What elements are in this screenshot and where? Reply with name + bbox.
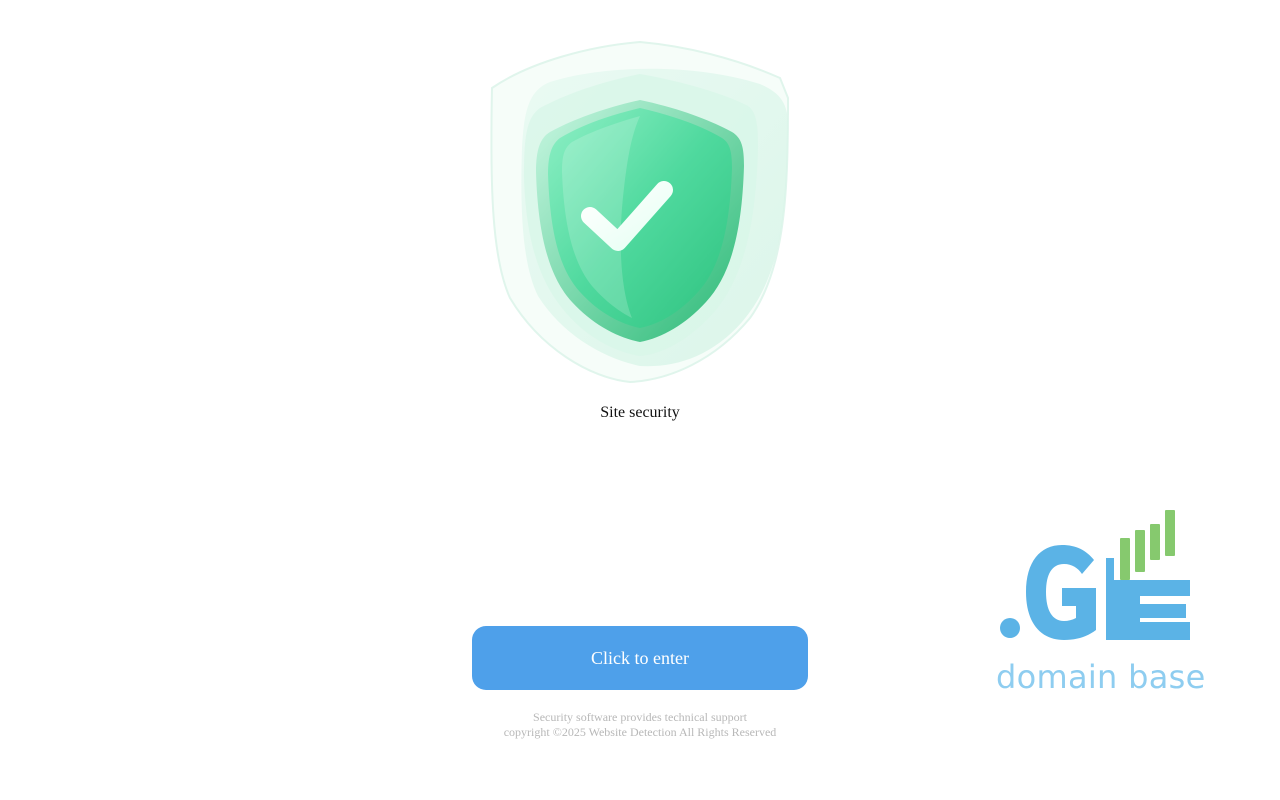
footer-copyright-text: copyright ©2025 Website Detection All Ri… [503,725,777,739]
shield-check-icon [480,38,800,386]
footer: Security software provides technical sup… [0,710,1280,740]
page-title: Site security [600,404,680,421]
enter-button[interactable]: Click to enter [472,626,808,690]
footer-support-text: Security software provides technical sup… [533,710,747,724]
brand-logo-mark [1000,510,1190,640]
page: Site security Click to enter Security so… [0,0,1280,800]
brand-wordmark: domain base [996,658,1206,696]
brand-logo[interactable]: domain base [990,500,1205,700]
